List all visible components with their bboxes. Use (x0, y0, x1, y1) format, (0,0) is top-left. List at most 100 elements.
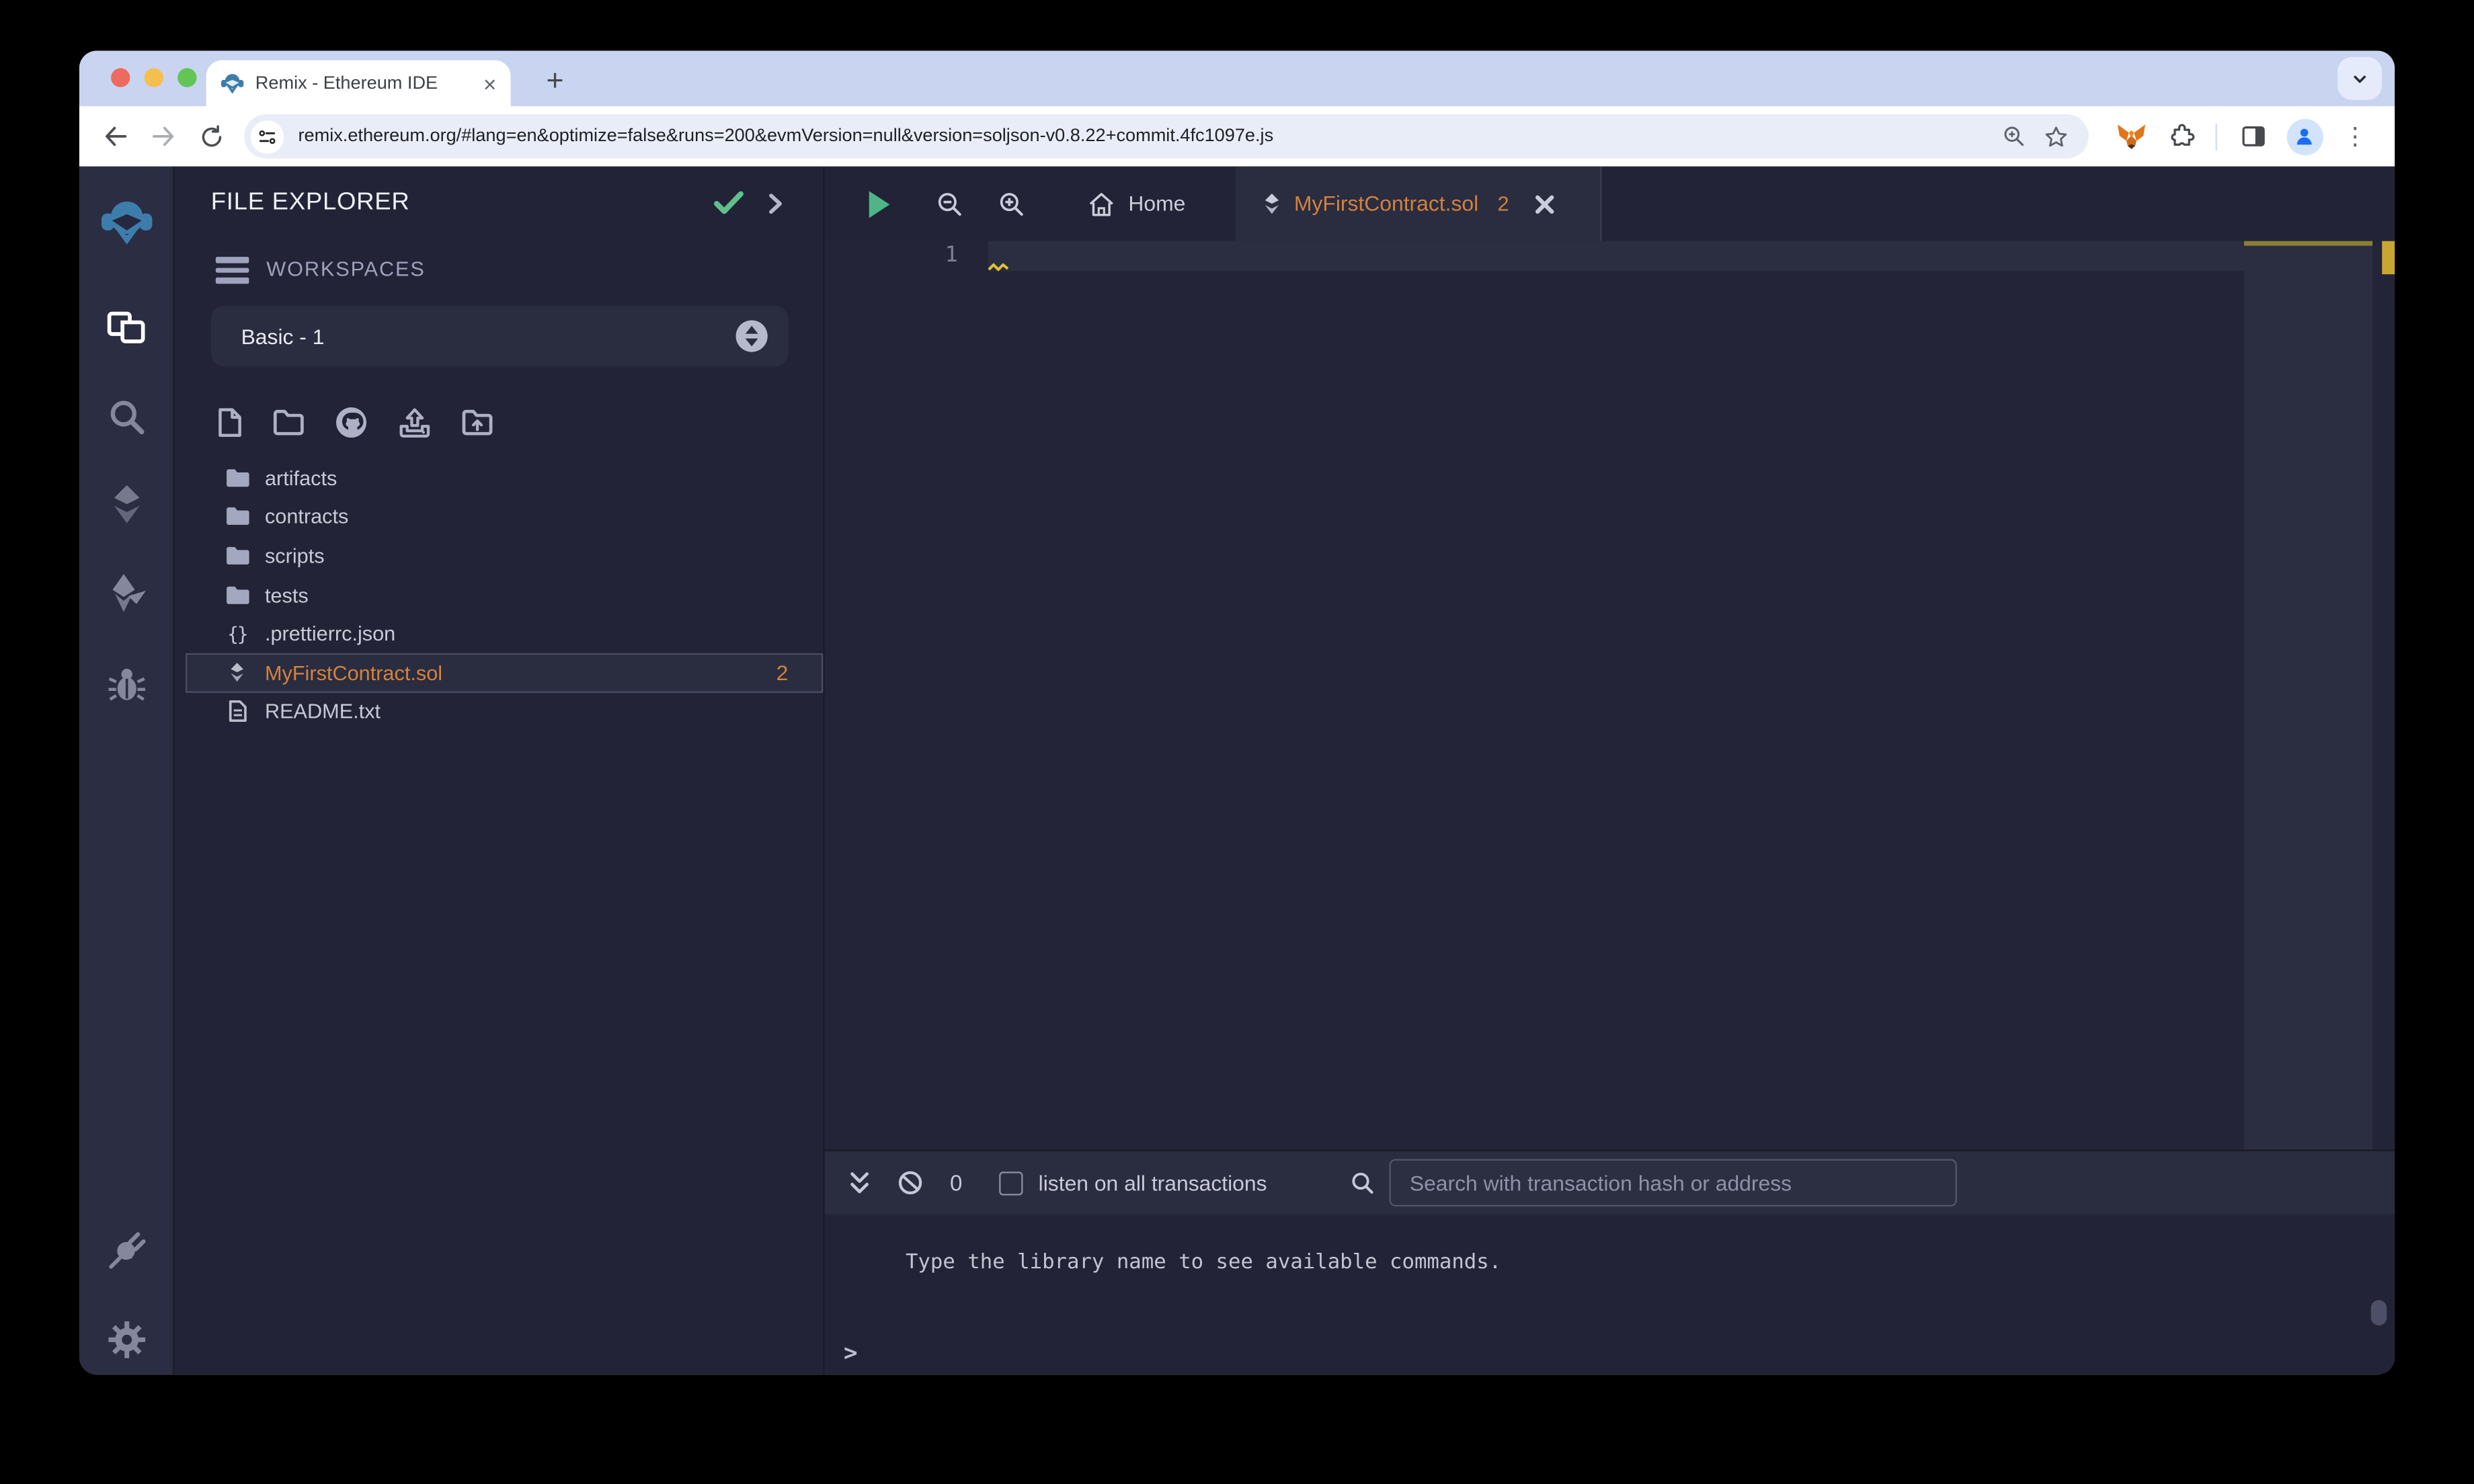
reload-button[interactable] (190, 116, 231, 157)
tree-item-folder[interactable]: artifacts (174, 458, 823, 497)
overview-warning-marker (2382, 241, 2395, 275)
tree-item-folder[interactable]: scripts (174, 536, 823, 575)
tab-home[interactable]: Home (1047, 167, 1228, 241)
sidebar-item-solidity-compiler[interactable] (109, 483, 144, 524)
upload-file-icon (399, 408, 430, 438)
tree-item-file[interactable]: README.txt (174, 692, 823, 731)
side-panel-button[interactable] (2233, 116, 2274, 157)
site-settings-button[interactable] (250, 120, 284, 153)
terminal-prompt[interactable]: > (844, 1342, 858, 1367)
code-editor[interactable]: 1 (824, 241, 2395, 1150)
upload-folder-icon (462, 409, 493, 436)
zoom-out-button[interactable] (929, 167, 967, 241)
overview-ruler[interactable] (2372, 241, 2395, 1150)
extensions-button[interactable] (2161, 116, 2202, 157)
close-icon (1534, 194, 1554, 213)
file-explorer-icon (106, 311, 145, 343)
new-folder-button[interactable] (273, 409, 305, 436)
tab-search-button[interactable] (2338, 56, 2383, 100)
back-button[interactable] (95, 116, 136, 157)
deploy-run-icon (112, 573, 145, 612)
ban-icon (898, 1171, 922, 1194)
tree-item-file-selected[interactable]: MyFirstContract.sol 2 (185, 653, 824, 692)
minimap[interactable] (2243, 241, 2373, 1150)
zoom-page-button[interactable] (1997, 119, 2032, 154)
new-tab-button[interactable]: + (533, 60, 577, 105)
bookmark-button[interactable] (2038, 119, 2073, 154)
remix-logo[interactable] (100, 197, 152, 247)
clone-github-button[interactable] (335, 406, 368, 440)
reload-icon (201, 124, 221, 147)
github-icon (335, 407, 367, 438)
remix-favicon (221, 74, 244, 94)
close-window-button[interactable] (111, 68, 130, 87)
file-tree: artifacts contracts scripts tests {} .pr… (174, 458, 824, 731)
minimap-warning-marker (2243, 241, 2373, 246)
sidebar-item-file-explorer[interactable] (106, 309, 147, 347)
zoom-in-button[interactable] (991, 167, 1029, 241)
profile-button[interactable] (2284, 116, 2325, 157)
new-file-button[interactable] (217, 407, 243, 438)
tree-item-folder[interactable]: contracts (174, 497, 823, 536)
minimize-window-button[interactable] (144, 68, 163, 87)
folder-icon (222, 545, 252, 566)
solidity-compiler-icon (113, 485, 139, 524)
screen: Remix - Ethereum IDE × + remix.ethereum.… (0, 0, 2474, 1484)
sidebar-item-search[interactable] (106, 397, 146, 437)
upload-folder-button[interactable] (461, 409, 493, 436)
browser-tab[interactable]: Remix - Ethereum IDE × (206, 60, 511, 107)
forward-icon (152, 126, 174, 147)
browser-menu-button[interactable]: ⋮ (2334, 116, 2375, 157)
listen-checkbox[interactable] (998, 1171, 1023, 1195)
folder-icon (222, 506, 252, 527)
file-name: contracts (264, 505, 349, 529)
metamask-extension-button[interactable] (2111, 116, 2152, 157)
person-icon (2297, 128, 2312, 145)
tab-label: MyFirstContract.sol (1293, 192, 1479, 216)
zoom-icon (2004, 126, 2024, 147)
tab-myfirstcontract[interactable]: MyFirstContract.sol 2 (1235, 166, 1602, 241)
sidebar-item-plugin-manager[interactable] (106, 1229, 147, 1270)
forward-button[interactable] (143, 116, 184, 157)
new-folder-icon (273, 409, 304, 436)
clear-console-button[interactable] (897, 1170, 923, 1196)
star-icon (2044, 126, 2067, 146)
run-script-button[interactable] (863, 167, 894, 241)
zoom-window-button[interactable] (177, 68, 197, 87)
problem-count-badge: 2 (776, 661, 789, 685)
terminal-search-input[interactable] (1389, 1159, 1957, 1207)
folder-icon (222, 584, 252, 605)
address-bar[interactable]: remix.ethereum.org/#lang=en&optimize=fal… (244, 114, 2089, 159)
sidebar-item-debugger[interactable] (106, 664, 146, 702)
terminal-scrollbar-thumb[interactable] (2370, 1300, 2387, 1326)
toolbar-divider (2215, 122, 2217, 150)
tab-close-icon[interactable]: × (483, 72, 496, 94)
workspace-select[interactable]: Basic - 1 (210, 306, 789, 366)
tree-item-file[interactable]: {} .prettierrc.json (174, 614, 823, 653)
text-file-icon (222, 700, 252, 723)
bug-icon (108, 668, 145, 701)
select-arrows-icon (735, 320, 768, 352)
sidebar-item-settings[interactable] (106, 1319, 147, 1360)
file-name: artifacts (264, 466, 337, 490)
file-explorer-panel: FILE EXPLORER WORKSPACES Basic - 1 artif… (174, 166, 824, 1375)
terminal-output[interactable]: Type the library name to see available c… (824, 1214, 2395, 1375)
avatar (2286, 118, 2323, 155)
home-icon (1090, 192, 1115, 216)
terminal-expand-button[interactable] (848, 1171, 871, 1194)
terminal-search-icon (1349, 1170, 1375, 1196)
tree-item-folder[interactable]: tests (174, 575, 823, 614)
listen-label[interactable]: listen on all transactions (1039, 1171, 1267, 1194)
url-text[interactable]: remix.ethereum.org/#lang=en&optimize=fal… (298, 127, 1990, 146)
workspace-menu-button[interactable] (215, 257, 249, 288)
warning-squiggle (988, 263, 1009, 272)
panel-expand-chevron[interactable] (768, 194, 784, 214)
sidebar-item-deploy-run[interactable] (106, 573, 147, 614)
line-number: 1 (945, 242, 958, 268)
status-check-icon (713, 190, 744, 216)
upload-file-button[interactable] (398, 407, 432, 438)
editor-tabbar: Home MyFirstContract.sol 2 (824, 166, 2395, 241)
tab-close-button[interactable] (1534, 194, 1554, 213)
play-icon (868, 190, 889, 218)
file-name: scripts (264, 544, 325, 568)
